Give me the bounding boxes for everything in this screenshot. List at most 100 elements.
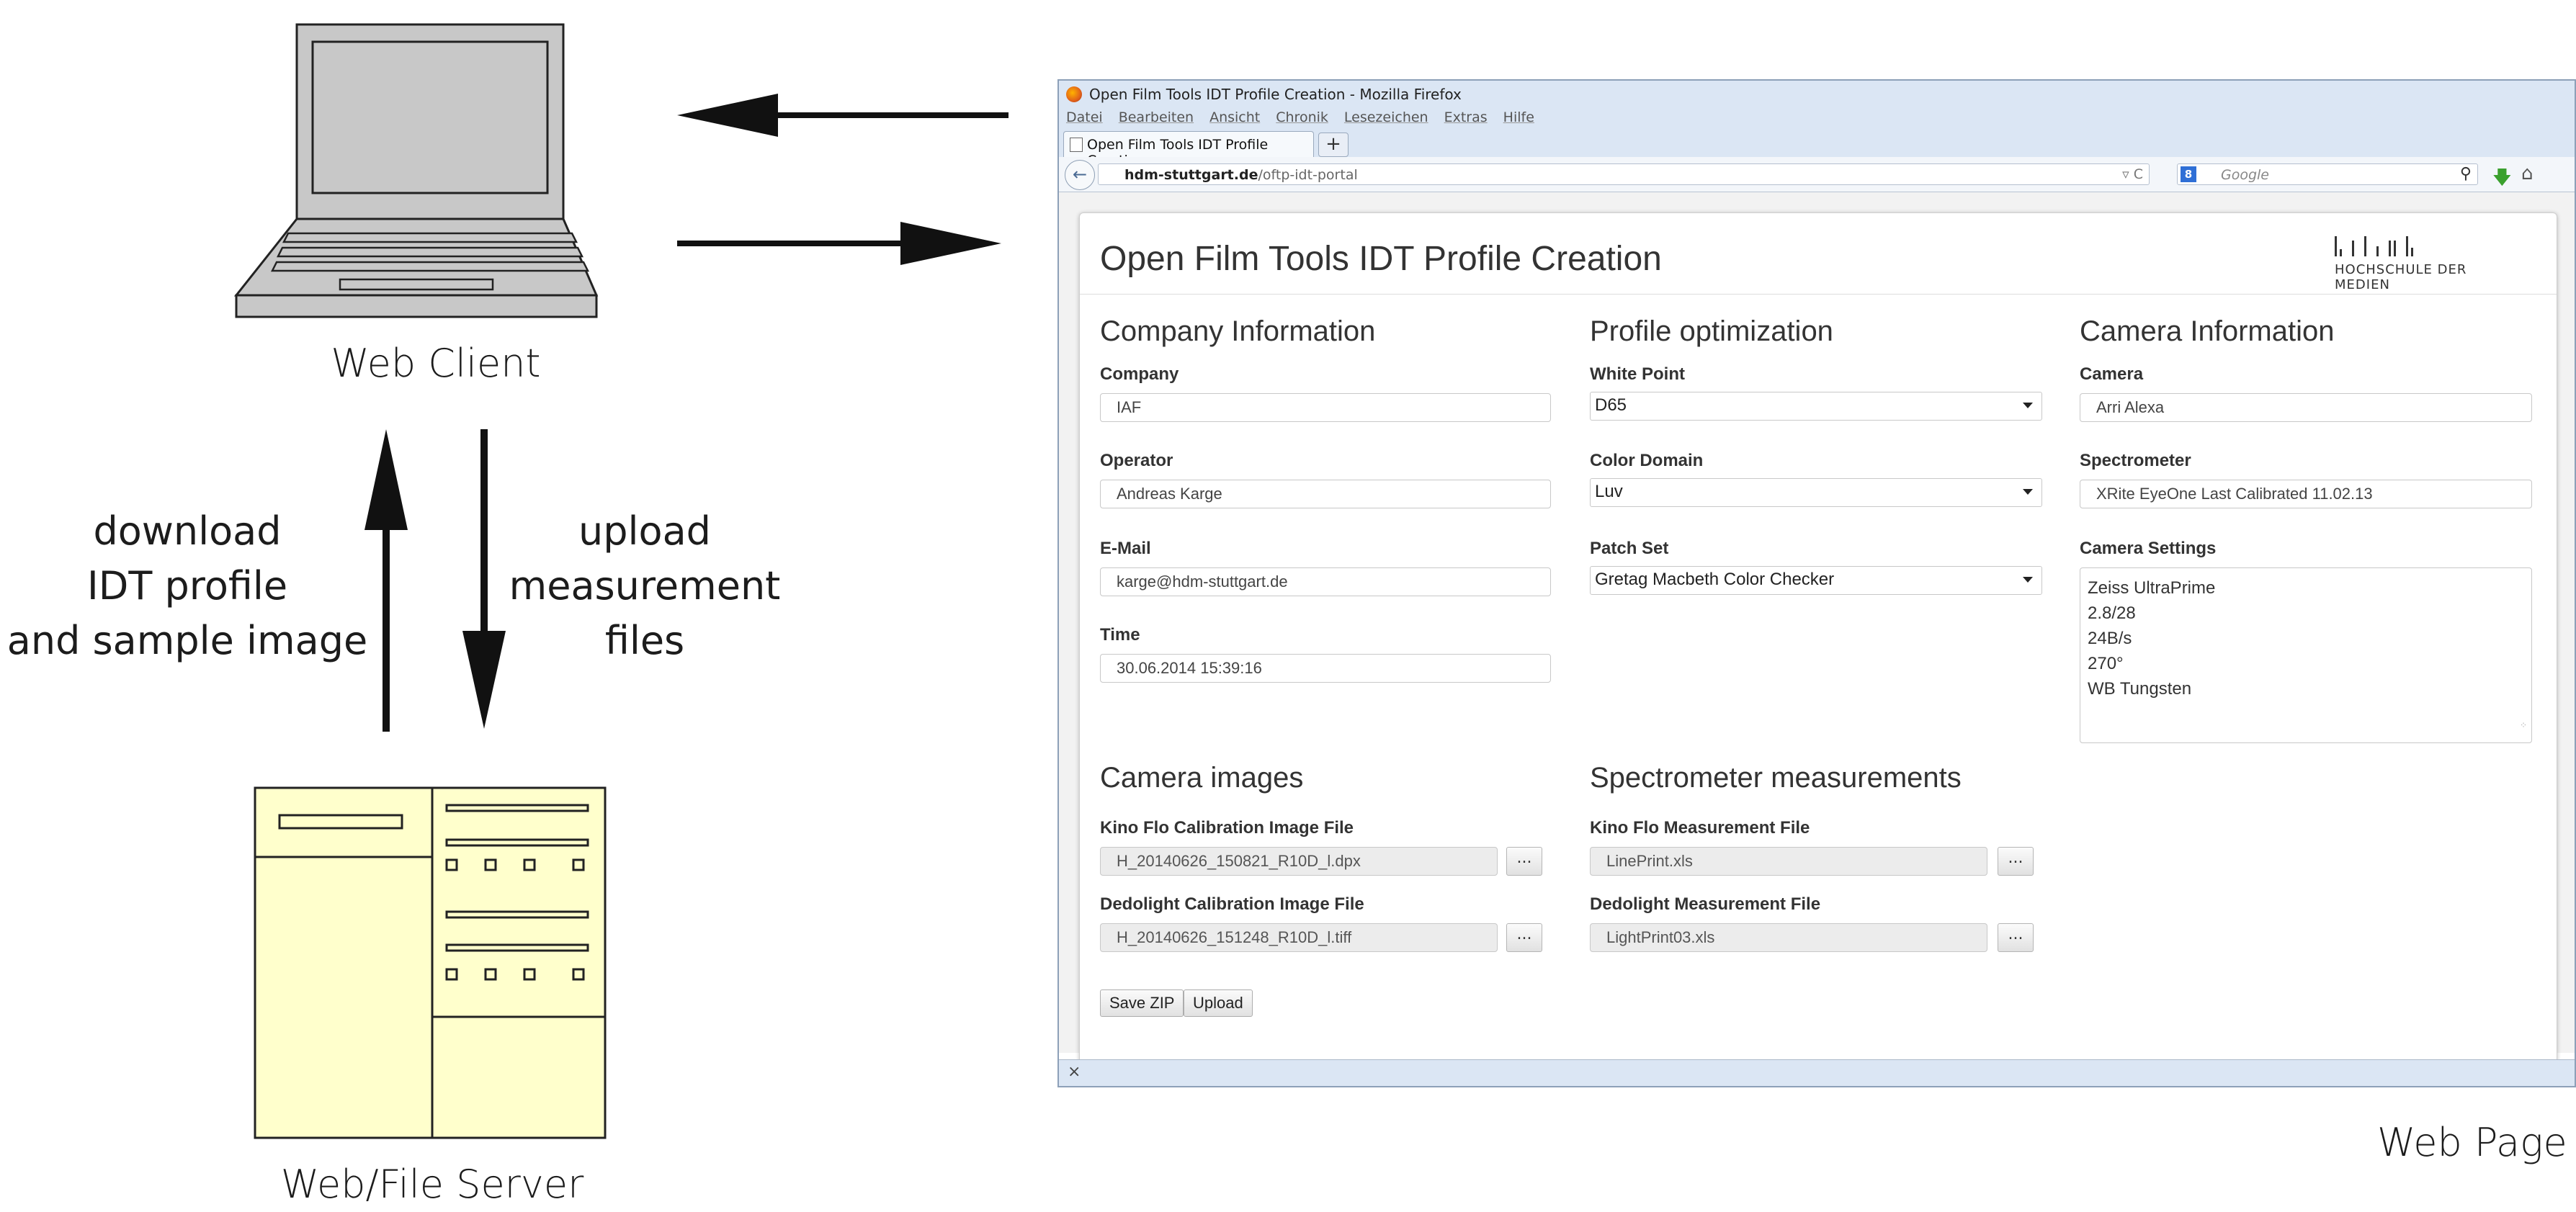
title-bar: Open Film Tools IDT Profile Creation - M…: [1059, 81, 2575, 107]
page-title: Open Film Tools IDT Profile Creation: [1100, 240, 1662, 278]
color-domain-label: Color Domain: [1590, 451, 1704, 470]
white-point-value: D65: [1595, 395, 1627, 415]
new-tab-button[interactable]: +: [1318, 133, 1349, 157]
operator-label: Operator: [1100, 451, 1173, 470]
response-arrow-icon: [677, 94, 1009, 137]
download-label: download IDT profile and sample image: [0, 504, 375, 668]
browse-kino-measure-button[interactable]: ...: [1998, 847, 2034, 876]
url-text: hdm-stuttgart.de/oftp-idt-portal: [1124, 167, 1358, 183]
browse-kino-image-button[interactable]: ...: [1506, 847, 1542, 876]
download-arrow-icon[interactable]: 🡇: [2492, 164, 2512, 196]
settings-line: 2.8/28: [2088, 603, 2136, 623]
upload-label-line: upload: [578, 508, 711, 554]
magnifier-icon[interactable]: ⚲: [2460, 165, 2472, 183]
search-bar[interactable]: 8 Google ⚲: [2177, 163, 2478, 185]
kino-image-field[interactable]: H_20140626_150821_R10D_l.dpx: [1100, 847, 1498, 876]
kino-measure-field[interactable]: LinePrint.xls: [1590, 847, 1987, 876]
company-field[interactable]: IAF: [1100, 393, 1551, 422]
download-label-line: and sample image: [6, 618, 368, 663]
upload-label-line: files: [604, 618, 685, 663]
browse-dedo-measure-button[interactable]: ...: [1998, 923, 2034, 952]
window-title: Open Film Tools IDT Profile Creation - M…: [1089, 86, 1462, 103]
reload-icon[interactable]: ▿ C: [2122, 166, 2143, 182]
divider: [1080, 294, 2557, 295]
time-label: Time: [1100, 625, 1140, 645]
time-field[interactable]: 30.06.2014 15:39:16: [1100, 654, 1551, 683]
camera-field[interactable]: Arri Alexa: [2080, 393, 2532, 422]
download-label-line: download: [93, 508, 282, 554]
page-card: Open Film Tools IDT Profile Creation HOC…: [1079, 212, 2557, 1078]
web-server-label: Web/File Server: [280, 1162, 584, 1207]
tab-idt-profile[interactable]: Open Film Tools IDT Profile Creation: [1063, 131, 1314, 169]
url-path: /oftp-idt-portal: [1258, 167, 1358, 183]
profile-section-heading: Profile optimization: [1590, 315, 1833, 347]
email-label: E-Mail: [1100, 539, 1151, 558]
camera-images-heading: Camera images: [1100, 762, 1304, 794]
navigation-bar: ← hdm-stuttgart.de/oftp-idt-portal ▿ C 8…: [1059, 157, 2575, 192]
upload-label-line: measurement: [509, 563, 781, 609]
server-icon: [254, 786, 607, 1139]
home-icon[interactable]: ⌂: [2521, 163, 2533, 184]
kino-image-label: Kino Flo Calibration Image File: [1100, 818, 1354, 838]
menu-item-lesezeichen[interactable]: Lesezeichen: [1344, 107, 1428, 128]
page-icon: [1070, 138, 1083, 152]
settings-line: WB Tungsten: [2088, 679, 2192, 699]
white-point-label: White Point: [1590, 364, 1685, 384]
operator-field[interactable]: Andreas Karge: [1100, 480, 1551, 508]
menu-item-datei[interactable]: Datei: [1066, 107, 1103, 128]
menu-item-hilfe[interactable]: Hilfe: [1503, 107, 1534, 128]
laptop-icon: [233, 23, 599, 318]
color-domain-select[interactable]: Luv: [1590, 478, 2042, 507]
download-label-line: IDT profile: [86, 563, 288, 609]
upload-button[interactable]: Upload: [1184, 989, 1253, 1017]
close-icon[interactable]: ×: [1068, 1063, 1081, 1081]
dedo-image-label: Dedolight Calibration Image File: [1100, 894, 1364, 914]
dedo-measure-label: Dedolight Measurement File: [1590, 894, 1821, 914]
kino-measure-label: Kino Flo Measurement File: [1590, 818, 1810, 838]
web-page-label: Web Page: [2377, 1120, 2567, 1165]
browse-dedo-image-button[interactable]: ...: [1506, 923, 1542, 952]
chevron-down-icon: [2023, 577, 2033, 583]
url-bar[interactable]: hdm-stuttgart.de/oftp-idt-portal ▿ C: [1098, 163, 2150, 185]
spectrometer-label: Spectrometer: [2080, 451, 2191, 470]
company-label: Company: [1100, 364, 1179, 384]
google-icon: 8: [2181, 166, 2196, 182]
status-bar: ×: [1059, 1059, 2575, 1086]
camera-label: Camera: [2080, 364, 2144, 384]
menu-item-chronik[interactable]: Chronik: [1276, 107, 1328, 128]
camera-section-heading: Camera Information: [2080, 315, 2335, 347]
spectrometer-field[interactable]: XRite EyeOne Last Calibrated 11.02.13: [2080, 480, 2532, 508]
save-zip-button[interactable]: Save ZIP: [1100, 989, 1184, 1017]
settings-line: 270°: [2088, 654, 2124, 673]
firefox-logo-icon: [1066, 86, 1082, 102]
menu-item-bearbeiten[interactable]: Bearbeiten: [1119, 107, 1194, 128]
color-domain-value: Luv: [1595, 482, 1623, 501]
camera-settings-label: Camera Settings: [2080, 539, 2217, 558]
dedo-image-field[interactable]: H_20140626_151248_R10D_l.tiff: [1100, 923, 1498, 952]
search-placeholder: Google: [2221, 167, 2270, 183]
spectro-heading: Spectrometer measurements: [1590, 762, 1962, 794]
back-arrow-icon[interactable]: ←: [1065, 160, 1095, 190]
chevron-down-icon: [2023, 403, 2033, 408]
email-field[interactable]: karge@hdm-stuttgart.de: [1100, 567, 1551, 596]
menu-bar: Datei Bearbeiten Ansicht Chronik Lesezei…: [1059, 107, 2575, 128]
company-section-heading: Company Information: [1100, 315, 1376, 347]
url-domain: hdm-stuttgart.de: [1124, 167, 1258, 183]
hdm-logo: HOCHSCHULE DER MEDIEN: [2335, 232, 2479, 292]
camera-settings-textarea[interactable]: Zeiss UltraPrime 2.8/28 24B/s 270° WB Tu…: [2080, 567, 2532, 743]
request-arrow-icon: [677, 222, 1001, 265]
browser-window: Open Film Tools IDT Profile Creation - M…: [1057, 79, 2576, 1087]
dedo-measure-field[interactable]: LightPrint03.xls: [1590, 923, 1987, 952]
menu-item-ansicht[interactable]: Ansicht: [1209, 107, 1260, 128]
resize-grip-icon[interactable]: ⁘: [2520, 713, 2527, 738]
menu-item-extras[interactable]: Extras: [1444, 107, 1488, 128]
white-point-select[interactable]: D65: [1590, 392, 2042, 421]
logo-text: HOCHSCHULE DER MEDIEN: [2335, 262, 2467, 292]
page-viewport: Open Film Tools IDT Profile Creation HOC…: [1059, 192, 2575, 1078]
chevron-down-icon: [2023, 489, 2033, 495]
tab-bar: Open Film Tools IDT Profile Creation +: [1059, 128, 2575, 169]
patch-set-label: Patch Set: [1590, 539, 1669, 558]
patch-set-value: Gretag Macbeth Color Checker: [1595, 570, 1835, 589]
patch-set-select[interactable]: Gretag Macbeth Color Checker: [1590, 566, 2042, 595]
settings-line: 24B/s: [2088, 629, 2132, 648]
